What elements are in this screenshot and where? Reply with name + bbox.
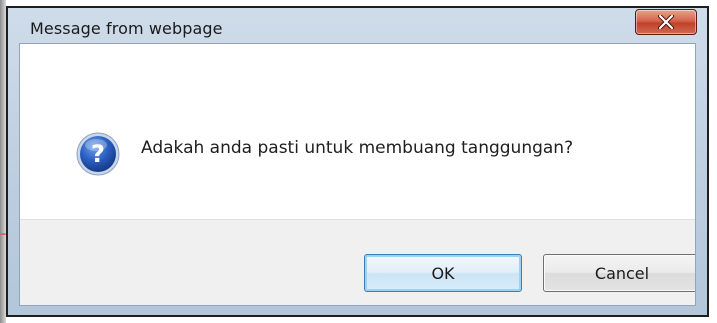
message-text: Adakah anda pasti untuk membuang tanggun… — [141, 138, 574, 158]
button-bar: OK Cancel — [20, 219, 695, 305]
close-button[interactable] — [635, 9, 697, 35]
close-icon — [658, 15, 674, 29]
message-dialog: Message from webpage ? Adakah anda pasti… — [6, 6, 709, 317]
ok-button[interactable]: OK — [364, 254, 522, 292]
cancel-button[interactable]: Cancel — [543, 254, 695, 292]
question-icon: ? — [75, 131, 121, 177]
svg-text:?: ? — [91, 140, 105, 168]
dialog-title: Message from webpage — [30, 19, 223, 38]
message-area: ? Adakah anda pasti untuk membuang tangg… — [20, 44, 695, 219]
dialog-body: ? Adakah anda pasti untuk membuang tangg… — [19, 43, 696, 306]
dialog-titlebar[interactable]: Message from webpage — [8, 8, 707, 43]
